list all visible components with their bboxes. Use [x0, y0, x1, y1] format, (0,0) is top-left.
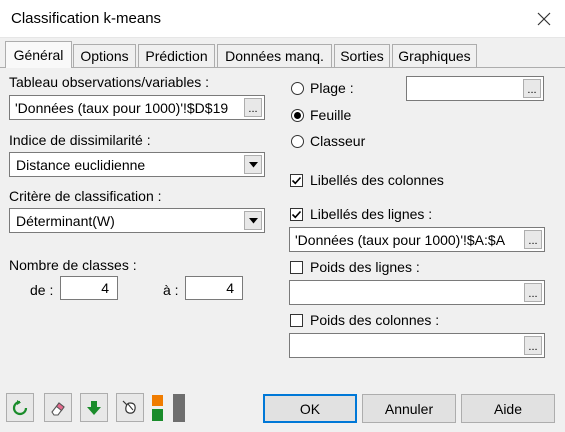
- dissimilarity-selected: Distance euclidienne: [16, 156, 146, 173]
- eraser-icon: [51, 401, 65, 416]
- column-weights-browse-button[interactable]: ...: [524, 336, 542, 355]
- tab-options[interactable]: Options: [73, 44, 136, 67]
- tab-prediction[interactable]: Prédiction: [138, 44, 215, 67]
- checkmark-icon: [291, 176, 302, 185]
- reset-icon: [12, 399, 28, 415]
- reset-button[interactable]: [6, 393, 34, 422]
- row-weights-checkbox[interactable]: [290, 261, 303, 274]
- tab-general[interactable]: Général: [5, 41, 72, 68]
- layout-toggle-icon: [152, 394, 185, 422]
- download-arrow-icon: [87, 400, 101, 415]
- classes-from-input[interactable]: 4: [60, 276, 118, 300]
- tab-charts[interactable]: Graphiques: [392, 44, 477, 67]
- range-classeur-radio[interactable]: [291, 135, 304, 148]
- observations-label: Tableau observations/variables :: [9, 74, 210, 90]
- mouse-icon: [122, 400, 136, 414]
- criterion-select[interactable]: Déterminant(W): [9, 208, 265, 233]
- dissimilarity-dropdown-button[interactable]: [244, 155, 262, 174]
- row-labels-value: 'Données (taux pour 1000)'!$A:$A: [295, 231, 506, 248]
- tab-outputs[interactable]: Sorties: [334, 44, 390, 67]
- row-labels-checkbox[interactable]: [290, 208, 303, 221]
- help-button[interactable]: Aide: [461, 394, 555, 423]
- tab-missing-data[interactable]: Données manq.: [217, 44, 332, 67]
- chevron-down-icon: [248, 217, 258, 223]
- observations-input[interactable]: 'Données (taux pour 1000)'!$D$19 ...: [9, 95, 265, 120]
- eraser-button[interactable]: [44, 393, 72, 422]
- criterion-selected: Déterminant(W): [16, 212, 115, 229]
- row-weights-browse-button[interactable]: ...: [524, 283, 542, 302]
- window-title: Classification k-means: [11, 10, 162, 27]
- row-labels-browse-button[interactable]: ...: [524, 230, 542, 249]
- mouse-selection-button[interactable]: [116, 393, 144, 422]
- tab-label: Graphiques: [398, 48, 471, 64]
- observations-value: 'Données (taux pour 1000)'!$D$19: [15, 99, 229, 116]
- range-feuille-label: Feuille: [310, 107, 352, 123]
- row-labels-label: Libellés des lignes :: [310, 206, 433, 222]
- column-weights-input[interactable]: ...: [289, 333, 545, 358]
- classes-label: Nombre de classes :: [9, 257, 137, 273]
- load-button[interactable]: [80, 393, 108, 422]
- close-button[interactable]: [529, 4, 559, 34]
- close-icon: [537, 12, 551, 26]
- range-plage-input[interactable]: ...: [406, 76, 544, 101]
- range-plage-browse-button[interactable]: ...: [523, 79, 541, 98]
- title-bar: Classification k-means: [0, 0, 565, 38]
- range-classeur-label: Classeur: [310, 133, 366, 149]
- row-weights-input[interactable]: ...: [289, 280, 545, 305]
- classes-to-label: à :: [163, 282, 179, 298]
- tab-label: Options: [80, 48, 129, 64]
- range-plage-label: Plage :: [310, 80, 354, 96]
- tab-label: Sorties: [340, 48, 384, 64]
- row-labels-input[interactable]: 'Données (taux pour 1000)'!$A:$A ...: [289, 227, 545, 252]
- range-feuille-radio[interactable]: [291, 109, 304, 122]
- chevron-down-icon: [248, 161, 258, 167]
- layout-toggle-button[interactable]: [151, 393, 187, 423]
- cancel-button[interactable]: Annuler: [362, 394, 456, 423]
- column-labels-label: Libellés des colonnes: [310, 172, 444, 188]
- column-labels-checkbox[interactable]: [290, 174, 303, 187]
- dissimilarity-select[interactable]: Distance euclidienne: [9, 152, 265, 177]
- tab-label: Prédiction: [145, 48, 208, 64]
- criterion-label: Critère de classification :: [9, 188, 162, 204]
- row-weights-label: Poids des lignes :: [310, 259, 420, 275]
- tab-label: Général: [13, 47, 64, 63]
- classes-from-label: de :: [30, 282, 54, 298]
- column-weights-label: Poids des colonnes :: [310, 312, 440, 328]
- tab-label: Données manq.: [225, 48, 324, 64]
- dissimilarity-label: Indice de dissimilarité :: [9, 132, 151, 148]
- checkmark-icon: [291, 210, 302, 219]
- observations-browse-button[interactable]: ...: [244, 98, 262, 117]
- column-weights-checkbox[interactable]: [290, 314, 303, 327]
- bottom-toolbar: OK Annuler Aide: [0, 385, 565, 432]
- criterion-dropdown-button[interactable]: [244, 211, 262, 230]
- general-tab-panel: Tableau observations/variables : 'Donnée…: [0, 67, 565, 385]
- ok-button[interactable]: OK: [263, 394, 357, 423]
- range-plage-radio[interactable]: [291, 82, 304, 95]
- classes-to-input[interactable]: 4: [185, 276, 243, 300]
